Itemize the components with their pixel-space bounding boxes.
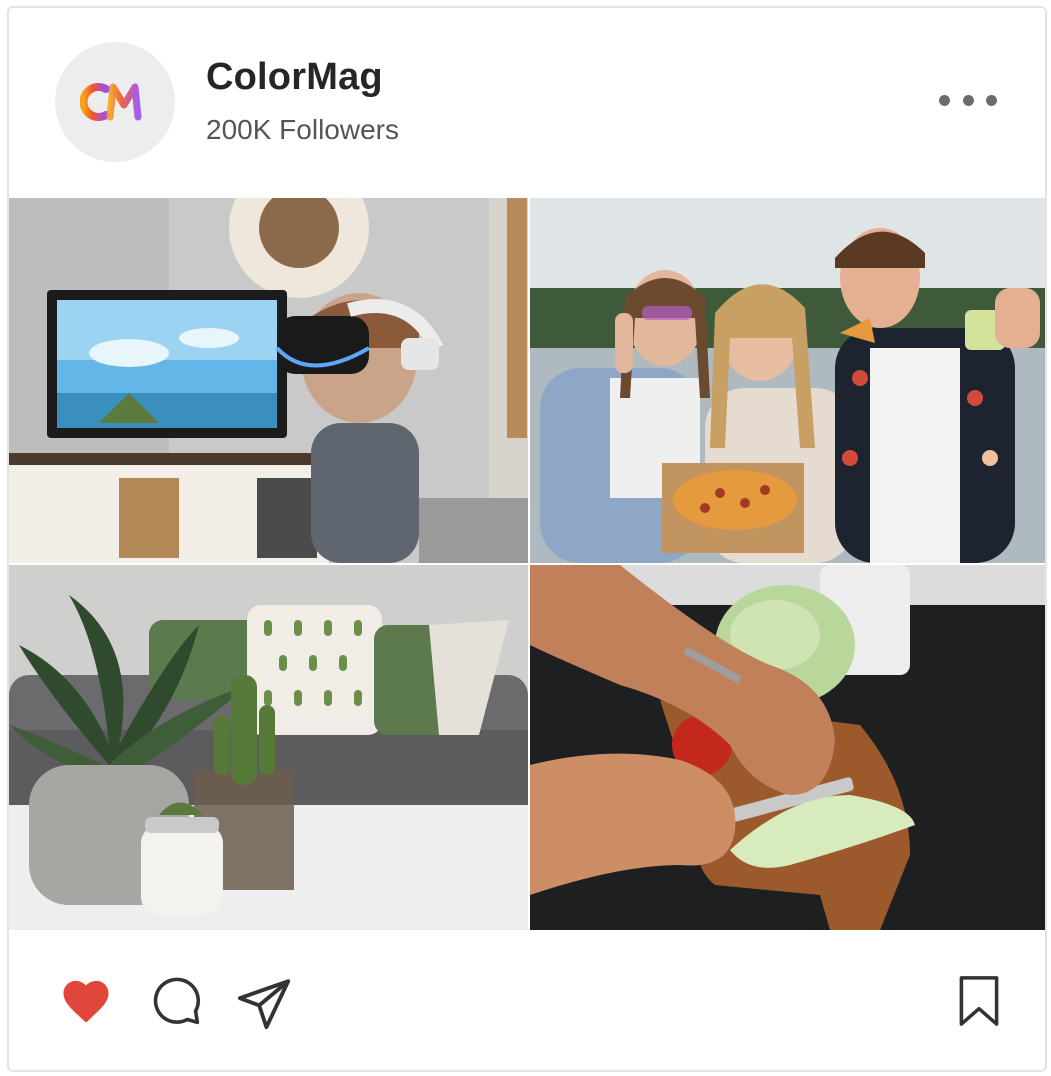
more-horizontal-icon[interactable] [939, 86, 997, 114]
send-icon[interactable] [235, 974, 293, 1032]
heart-icon[interactable] [59, 976, 113, 1024]
avatar[interactable] [55, 42, 175, 162]
post-actions [9, 930, 1045, 1070]
photo-grid [9, 198, 1045, 930]
photo-chopping-lettuce[interactable] [530, 565, 1045, 930]
follower-count: 200K Followers [206, 114, 399, 145]
photo-living-room-plants[interactable] [9, 565, 528, 930]
post-header: ColorMag 200K Followers [9, 8, 1045, 198]
photo-friends-pizza[interactable] [530, 198, 1045, 563]
account-name[interactable]: ColorMag [206, 56, 383, 99]
photo-vr-headset[interactable] [9, 198, 528, 563]
post-card: ColorMag 200K Followers [7, 6, 1047, 1072]
comment-icon[interactable] [149, 974, 203, 1028]
colormag-logo [80, 83, 142, 121]
bookmark-icon[interactable] [957, 974, 1001, 1028]
